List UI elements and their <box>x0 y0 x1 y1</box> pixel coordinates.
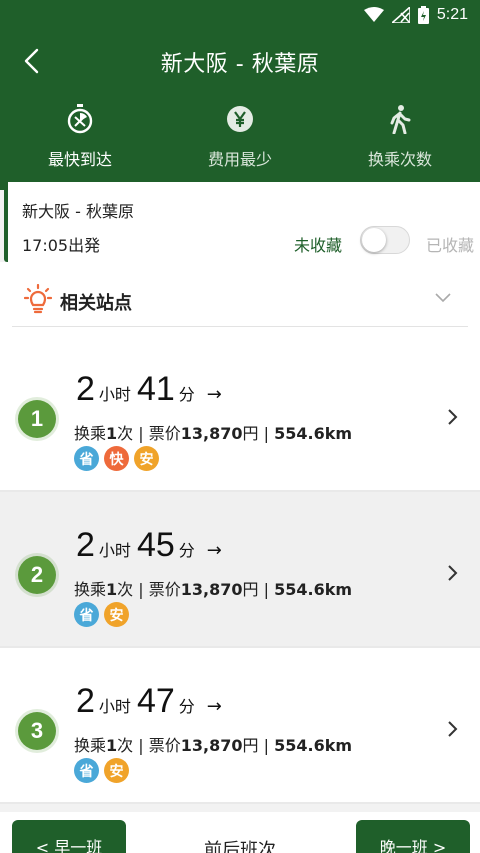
related-stations-label: 相关站点 <box>60 293 132 314</box>
app-header: 5:21 新大阪 - 秋葉原 最快到达 费用最少 换乘次数 <box>0 0 480 190</box>
duration-minutes: 41 <box>136 370 175 408</box>
unsaved-label: 未收藏 <box>294 236 343 255</box>
route-list: 1 2 小时 41 分 → 换乘1次 | 票价13,870円 | 554.6km… <box>0 336 480 804</box>
chevron-right-icon <box>448 409 458 425</box>
chevron-right-icon <box>448 565 458 581</box>
route-index-badge: 2 <box>18 556 56 594</box>
route-tags: 省 安 <box>74 602 129 627</box>
duration-minutes: 45 <box>136 526 175 564</box>
route-duration: 2 小时 41 分 → <box>76 370 222 409</box>
route-card-1[interactable]: 1 2 小时 41 分 → 换乘1次 | 票价13,870円 | 554.6km… <box>0 336 480 492</box>
route-meta: 换乘1次 | 票价13,870円 | 554.6km <box>74 424 353 443</box>
chevron-right-icon <box>448 721 458 737</box>
sort-tabs: 最快到达 费用最少 换乘次数 <box>0 104 480 180</box>
tab-cheapest[interactable]: 费用最少 <box>160 104 320 180</box>
route-meta: 换乘1次 | 票价13,870円 | 554.6km <box>74 580 353 599</box>
route-index-badge: 1 <box>18 400 56 438</box>
arrow-right-icon: → <box>206 384 222 405</box>
hours-unit: 小时 <box>98 697 131 716</box>
lightbulb-icon <box>24 284 52 314</box>
minutes-unit: 分 <box>178 697 195 716</box>
later-train-button[interactable]: 晚一班 > <box>356 820 470 853</box>
divider <box>12 326 468 327</box>
no-signal-icon <box>391 7 410 23</box>
duration-hours: 2 <box>76 682 95 720</box>
route-name: 新大阪 - 秋葉原 <box>22 202 134 221</box>
saved-label: 已收藏 <box>426 236 475 255</box>
duration-minutes: 47 <box>136 682 175 720</box>
route-card-3[interactable]: 3 2 小时 47 分 → 换乘1次 | 票价13,870円 | 554.6km… <box>0 648 480 804</box>
tag-safe: 安 <box>104 602 129 627</box>
route-duration: 2 小时 45 分 → <box>76 526 222 565</box>
tag-fast: 快 <box>104 446 129 471</box>
wifi-icon <box>363 7 384 22</box>
arrow-right-icon: → <box>206 540 222 561</box>
walking-icon <box>390 105 411 134</box>
favorite-toggle[interactable] <box>360 226 410 254</box>
minutes-unit: 分 <box>178 385 195 404</box>
tag-economy: 省 <box>74 446 99 471</box>
related-stations-row[interactable]: 相关站点 <box>0 262 480 336</box>
minutes-unit: 分 <box>178 541 195 560</box>
route-tags: 省 快 安 <box>74 446 159 471</box>
duration-hours: 2 <box>76 526 95 564</box>
route-info-card: 新大阪 - 秋葉原 17:05出発 未收藏 已收藏 <box>4 182 480 262</box>
tab-fastest-label: 最快到达 <box>47 150 112 169</box>
yen-icon <box>227 106 253 132</box>
status-bar: 5:21 <box>0 0 480 34</box>
route-tags: 省 安 <box>74 758 129 783</box>
departure-time: 17:05出発 <box>22 236 101 255</box>
battery-icon <box>417 6 429 24</box>
tab-transfers[interactable]: 换乘次数 <box>320 104 480 180</box>
duration-hours: 2 <box>76 370 95 408</box>
stopwatch-icon <box>67 104 93 134</box>
route-duration: 2 小时 47 分 → <box>76 682 222 721</box>
tab-fastest[interactable]: 最快到达 <box>0 104 160 180</box>
hours-unit: 小时 <box>98 541 131 560</box>
chevron-down-icon <box>435 293 451 303</box>
page-title: 新大阪 - 秋葉原 <box>160 52 320 77</box>
bottom-bar: < 早一班 前后班次 晚一班 > <box>0 812 480 853</box>
tab-cheapest-label: 费用最少 <box>207 150 272 169</box>
arrow-right-icon: → <box>206 696 222 717</box>
status-time: 5:21 <box>436 6 468 23</box>
route-index-badge: 3 <box>18 712 56 750</box>
route-card-2[interactable]: 2 2 小时 45 分 → 换乘1次 | 票价13,870円 | 554.6km… <box>0 492 480 648</box>
tag-economy: 省 <box>74 758 99 783</box>
tab-transfers-label: 换乘次数 <box>367 150 432 169</box>
hours-unit: 小时 <box>98 385 131 404</box>
tag-safe: 安 <box>104 758 129 783</box>
tag-economy: 省 <box>74 602 99 627</box>
route-meta: 换乘1次 | 票价13,870円 | 554.6km <box>74 736 353 755</box>
toggle-knob <box>362 228 386 252</box>
tag-safe: 安 <box>134 446 159 471</box>
